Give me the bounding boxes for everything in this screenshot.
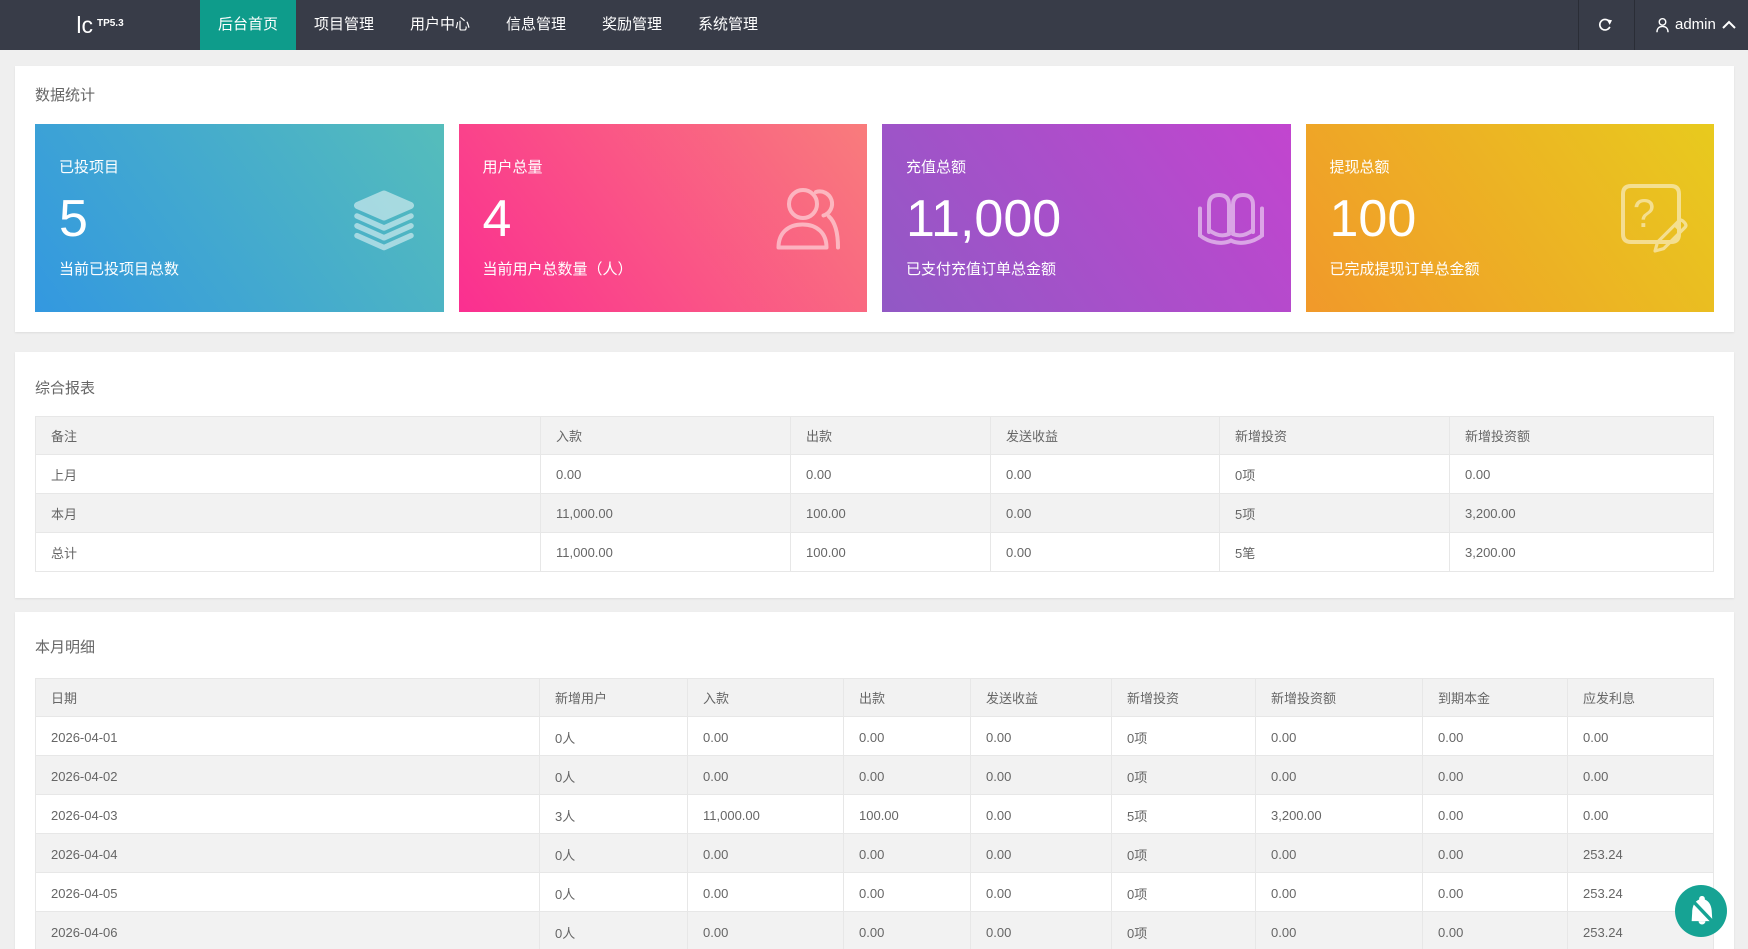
svg-text:?: ? — [1633, 192, 1655, 236]
